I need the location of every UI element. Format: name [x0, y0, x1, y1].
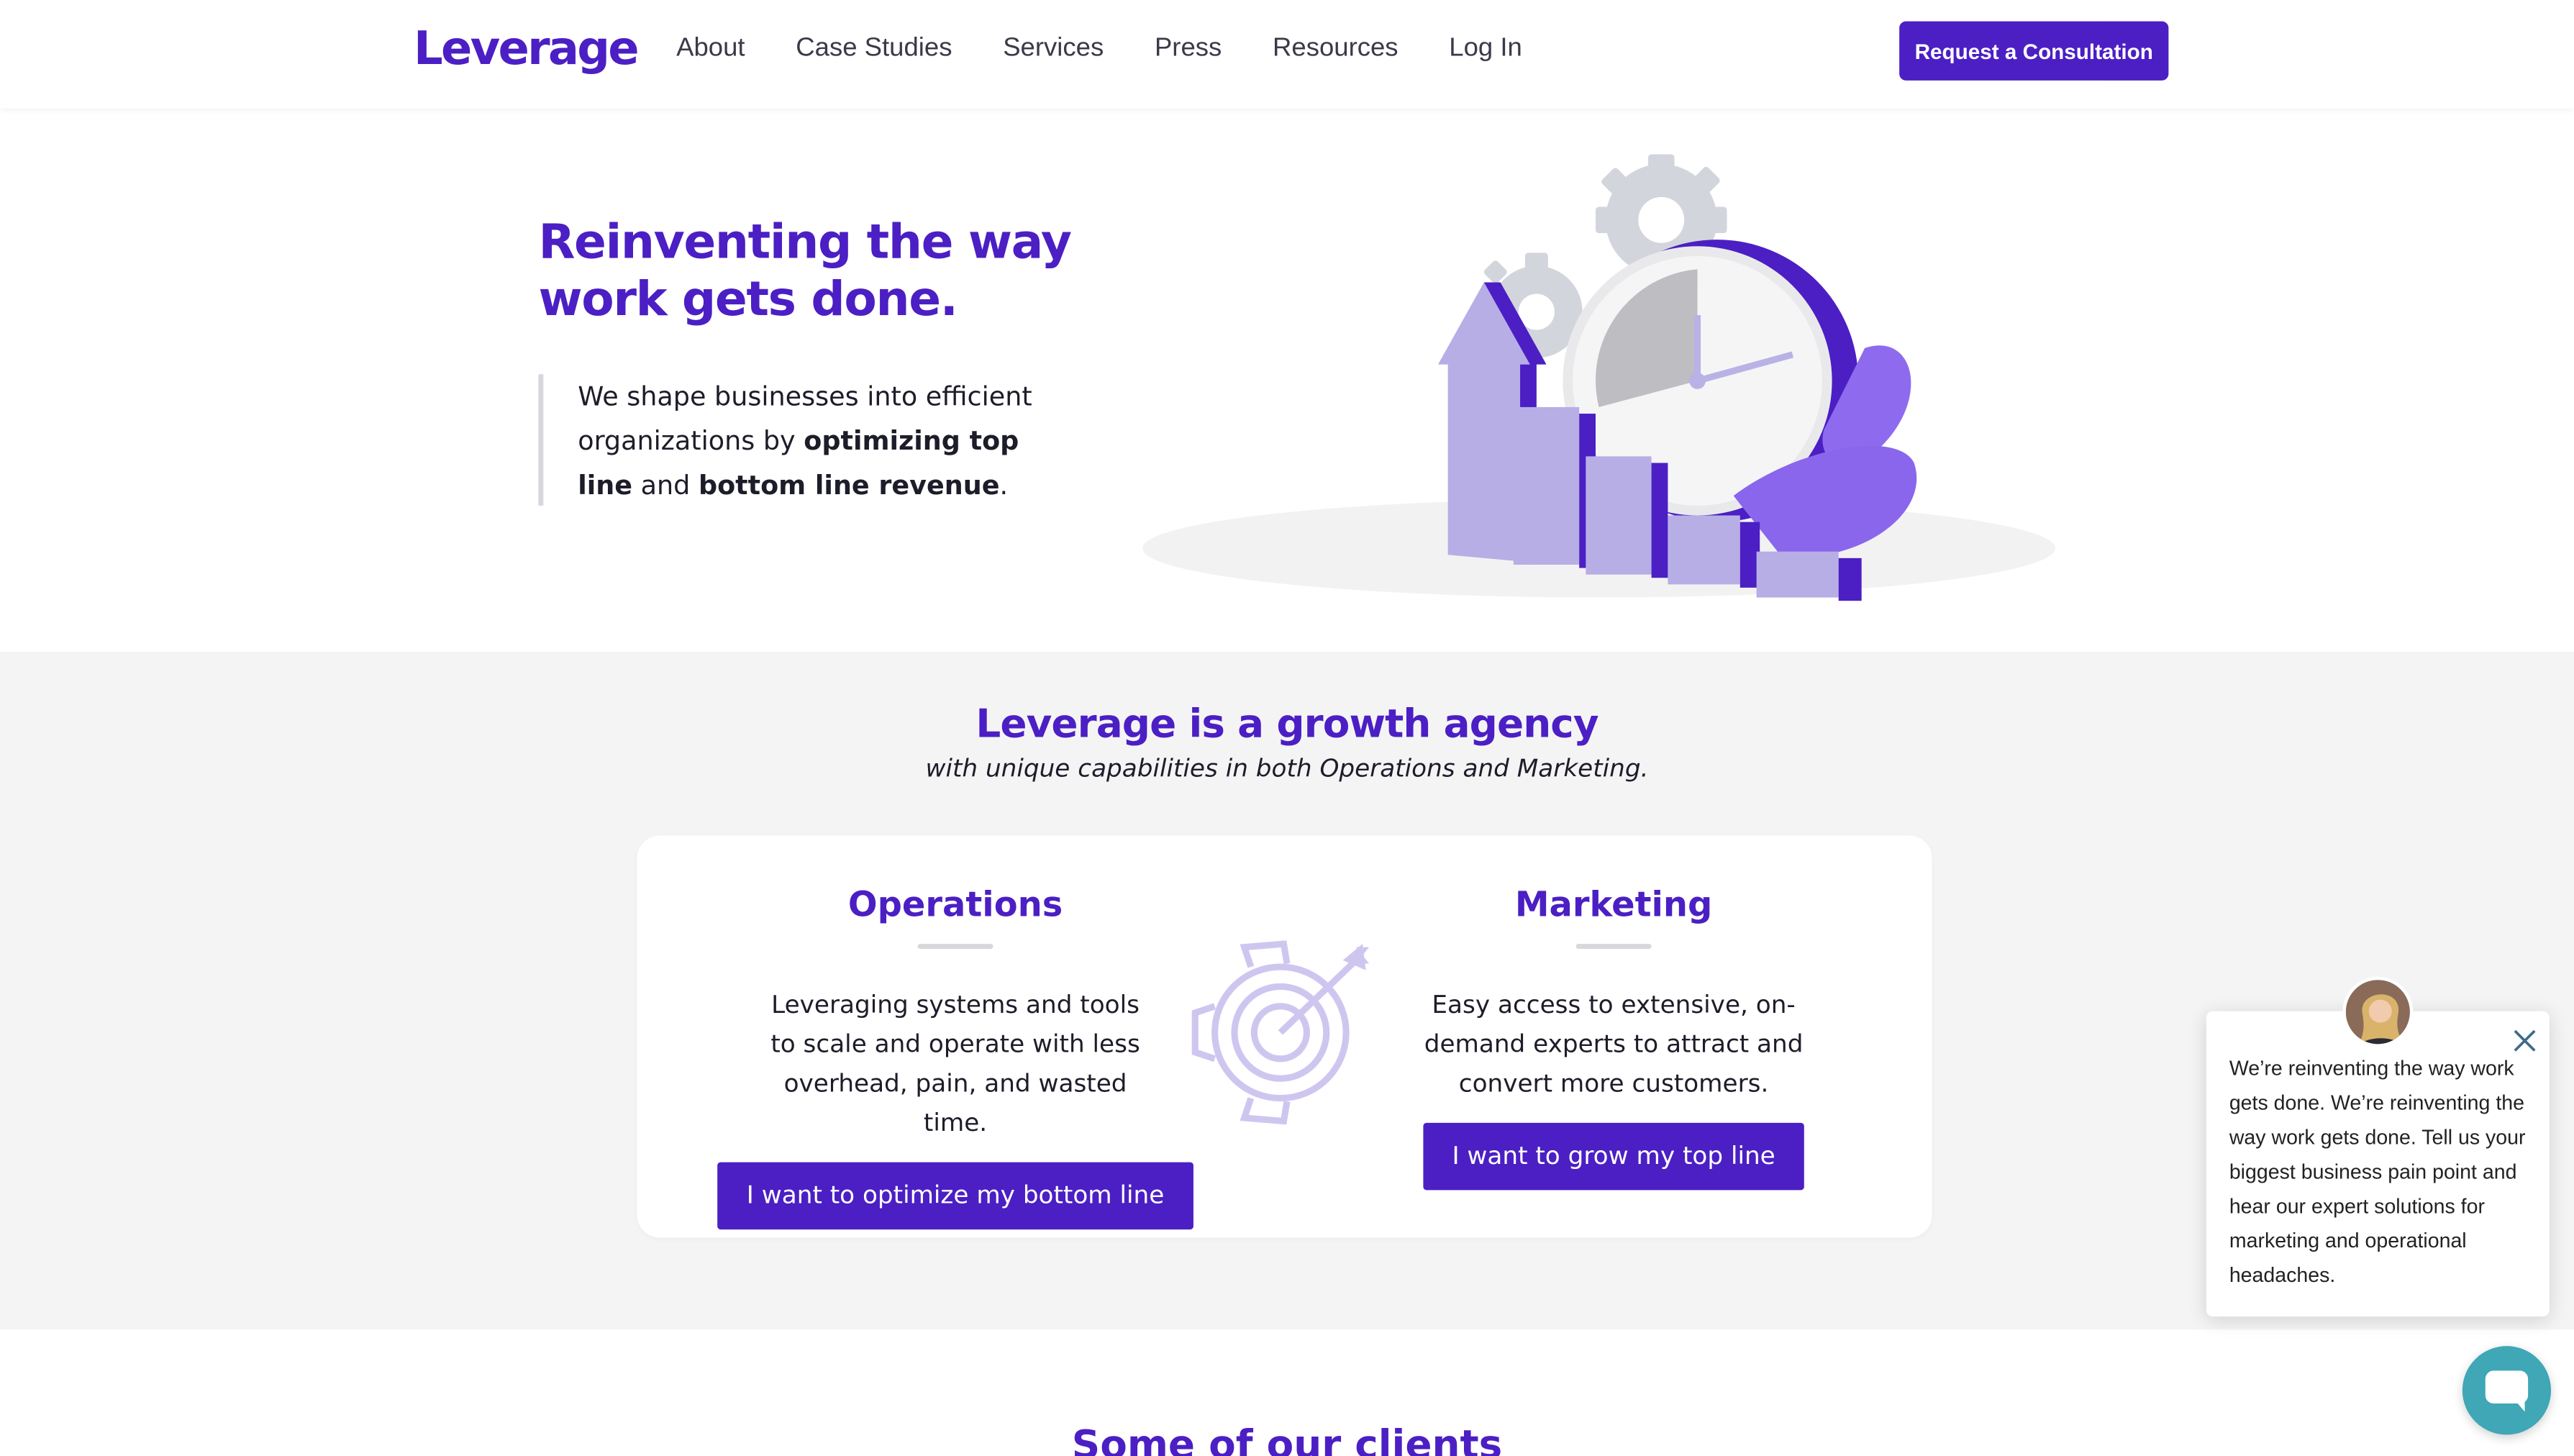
chat-popup[interactable]: We’re reinventing the way work gets done… — [2206, 1011, 2550, 1317]
nav-resources[interactable]: Resources — [1273, 35, 1399, 64]
hero-title: Reinventing the way work gets done. — [538, 214, 1129, 329]
hero-title-line-1: Reinventing the way — [538, 213, 1072, 270]
hero-title-line-2: work gets done. — [538, 270, 958, 327]
marketing-divider — [1575, 944, 1652, 949]
growth-title: Leverage is a growth agency — [976, 701, 1598, 747]
gear-target-icon — [1191, 940, 1370, 1125]
avatar — [2342, 976, 2414, 1047]
close-icon[interactable] — [2511, 1027, 2538, 1054]
capabilities-card: Operations Leveraging systems and tools … — [637, 835, 1932, 1238]
nav-log-in[interactable]: Log In — [1449, 35, 1522, 64]
main-nav: About Case Studies Services Press Resour… — [676, 35, 1573, 64]
page-root: Leverage About Case Studies Services Pre… — [0, 0, 2574, 1456]
site-header: Leverage About Case Studies Services Pre… — [0, 0, 2574, 109]
optimize-bottom-line-button[interactable]: I want to optimize my bottom line — [717, 1162, 1194, 1230]
hero-text-part-2: and — [632, 469, 699, 501]
hero-quote: We shape businesses into efficient organ… — [538, 374, 1063, 506]
operations-title: Operations — [847, 884, 1063, 924]
marketing-title: Marketing — [1514, 884, 1713, 924]
hero-text: We shape businesses into efficient organ… — [578, 374, 1063, 507]
growth-clock-chart-illustration — [1142, 154, 2055, 601]
nav-press[interactable]: Press — [1155, 35, 1222, 64]
chat-bubble-icon — [2485, 1370, 2529, 1412]
hero-text-bold-2: bottom line revenue — [698, 469, 1000, 501]
chat-launcher-button[interactable] — [2462, 1346, 2552, 1435]
operations-column: Operations Leveraging systems and tools … — [709, 835, 1202, 1230]
nav-case-studies[interactable]: Case Studies — [796, 35, 952, 64]
logo[interactable]: Leverage — [414, 22, 640, 76]
request-consultation-button[interactable]: Request a Consultation — [1899, 21, 2169, 81]
growth-subtitle: with unique capabilities in both Operati… — [925, 753, 1649, 783]
operations-divider — [917, 944, 993, 949]
chat-message: We’re reinventing the way work gets done… — [2229, 1057, 2526, 1288]
grow-top-line-button[interactable]: I want to grow my top line — [1422, 1122, 1805, 1191]
nav-about[interactable]: About — [676, 35, 745, 64]
growth-section: Leverage is a growth agency with unique … — [0, 651, 2574, 1330]
hero-text-part-3: . — [999, 469, 1009, 501]
marketing-description: Easy access to extensive, on-demand expe… — [1424, 989, 1804, 1098]
nav-services[interactable]: Services — [1003, 35, 1104, 64]
clients-title: Some of our clients — [1071, 1421, 1503, 1456]
marketing-column: Marketing Easy access to extensive, on-d… — [1368, 835, 1860, 1191]
operations-description: Leveraging systems and tools to scale an… — [770, 989, 1140, 1138]
